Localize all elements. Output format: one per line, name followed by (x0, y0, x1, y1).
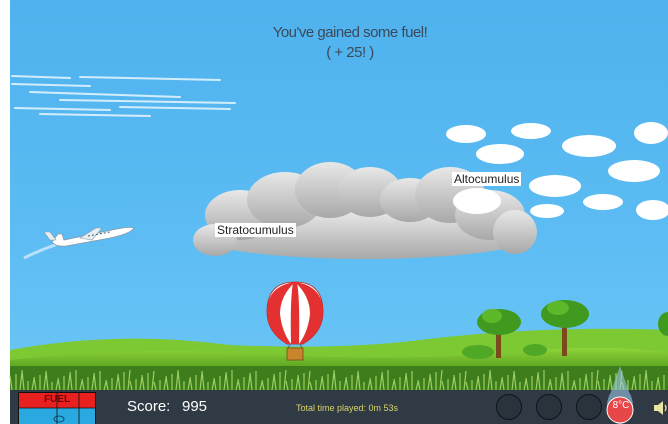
speaker-icon[interactable] (654, 400, 668, 416)
fuel-message-line1: You've gained some fuel! (272, 24, 428, 41)
time-played: Total time played: 0m 53s (296, 403, 399, 413)
grass-strip (10, 366, 668, 390)
cloud-type-button[interactable] (576, 394, 602, 420)
scene-layer (9, 75, 668, 391)
airplane-icon (23, 226, 135, 260)
score-value: 995 (182, 398, 208, 415)
game-stage: You've gained some fuel! ( + 25! ) Strat… (0, 0, 668, 424)
stratocumulus-label: Stratocumulus (215, 223, 296, 237)
fuel-label: FUEL (43, 394, 71, 405)
score-label: Score: (127, 398, 171, 415)
fuel-message-line2: ( + 25! ) (326, 44, 374, 61)
cloud-type-button[interactable] (536, 394, 562, 420)
cloud-type-button[interactable] (496, 394, 522, 420)
hud-bar: FUEL Score: 995 Total time played: 0m 53… (10, 390, 668, 424)
altocumulus-clouds (446, 122, 668, 220)
thermometer-drop-icon (606, 366, 634, 424)
cirrus-clouds (11, 75, 236, 117)
altocumulus-label: Altocumulus (452, 172, 522, 186)
temperature-value: 8°C (612, 400, 630, 411)
fuel-gauge-icon: FUEL (18, 392, 96, 424)
